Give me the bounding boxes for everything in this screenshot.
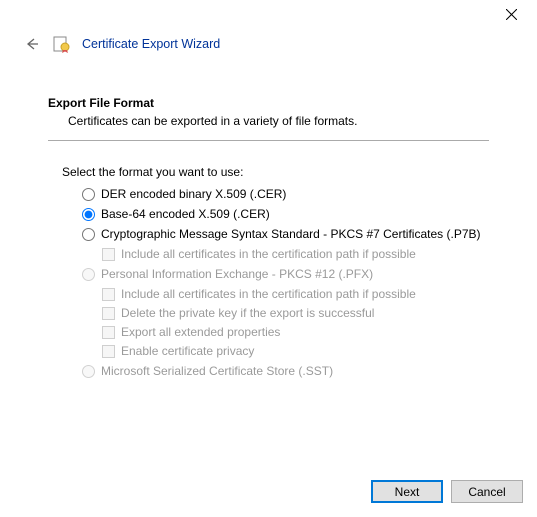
checkbox-icon (102, 307, 115, 320)
check-pfx-delete-key-label: Delete the private key if the export is … (121, 306, 374, 320)
radio-pkcs7[interactable]: Cryptographic Message Syntax Standard - … (82, 227, 489, 241)
radio-base64-label: Base-64 encoded X.509 (.CER) (101, 207, 270, 221)
back-button[interactable] (22, 34, 42, 54)
radio-pkcs7-label: Cryptographic Message Syntax Standard - … (101, 227, 481, 241)
radio-base64-input[interactable] (82, 208, 95, 221)
checkbox-icon (102, 326, 115, 339)
checkbox-icon (102, 248, 115, 261)
check-pfx-enable-privacy: Enable certificate privacy (102, 344, 489, 358)
radio-sst: Microsoft Serialized Certificate Store (… (82, 364, 489, 378)
check-pfx-include-path: Include all certificates in the certific… (102, 287, 489, 301)
check-pfx-enable-privacy-label: Enable certificate privacy (121, 344, 254, 358)
divider (48, 140, 489, 141)
arrow-left-icon (24, 36, 40, 52)
wizard-title: Certificate Export Wizard (82, 37, 220, 51)
check-pfx-export-ext-label: Export all extended properties (121, 325, 280, 339)
radio-base64[interactable]: Base-64 encoded X.509 (.CER) (82, 207, 489, 221)
section-heading: Export File Format (48, 96, 489, 110)
radio-pfx-input (82, 268, 95, 281)
format-prompt: Select the format you want to use: (62, 165, 489, 179)
next-button[interactable]: Next (371, 480, 443, 503)
close-icon (506, 9, 517, 20)
check-pfx-delete-key: Delete the private key if the export is … (102, 306, 489, 320)
cancel-button[interactable]: Cancel (451, 480, 523, 503)
close-button[interactable] (491, 3, 531, 25)
check-pfx-include-path-label: Include all certificates in the certific… (121, 287, 416, 301)
radio-pfx: Personal Information Exchange - PKCS #12… (82, 267, 489, 281)
radio-der[interactable]: DER encoded binary X.509 (.CER) (82, 187, 489, 201)
radio-pfx-label: Personal Information Exchange - PKCS #12… (101, 267, 373, 281)
checkbox-icon (102, 288, 115, 301)
check-pfx-export-ext: Export all extended properties (102, 325, 489, 339)
checkbox-icon (102, 345, 115, 358)
check-pkcs7-include-path-label: Include all certificates in the certific… (121, 247, 416, 261)
radio-sst-label: Microsoft Serialized Certificate Store (… (101, 364, 333, 378)
radio-der-input[interactable] (82, 188, 95, 201)
certificate-icon (52, 34, 72, 54)
radio-der-label: DER encoded binary X.509 (.CER) (101, 187, 286, 201)
check-pkcs7-include-path: Include all certificates in the certific… (102, 247, 489, 261)
radio-sst-input (82, 365, 95, 378)
radio-pkcs7-input[interactable] (82, 228, 95, 241)
section-subtext: Certificates can be exported in a variet… (68, 114, 489, 128)
